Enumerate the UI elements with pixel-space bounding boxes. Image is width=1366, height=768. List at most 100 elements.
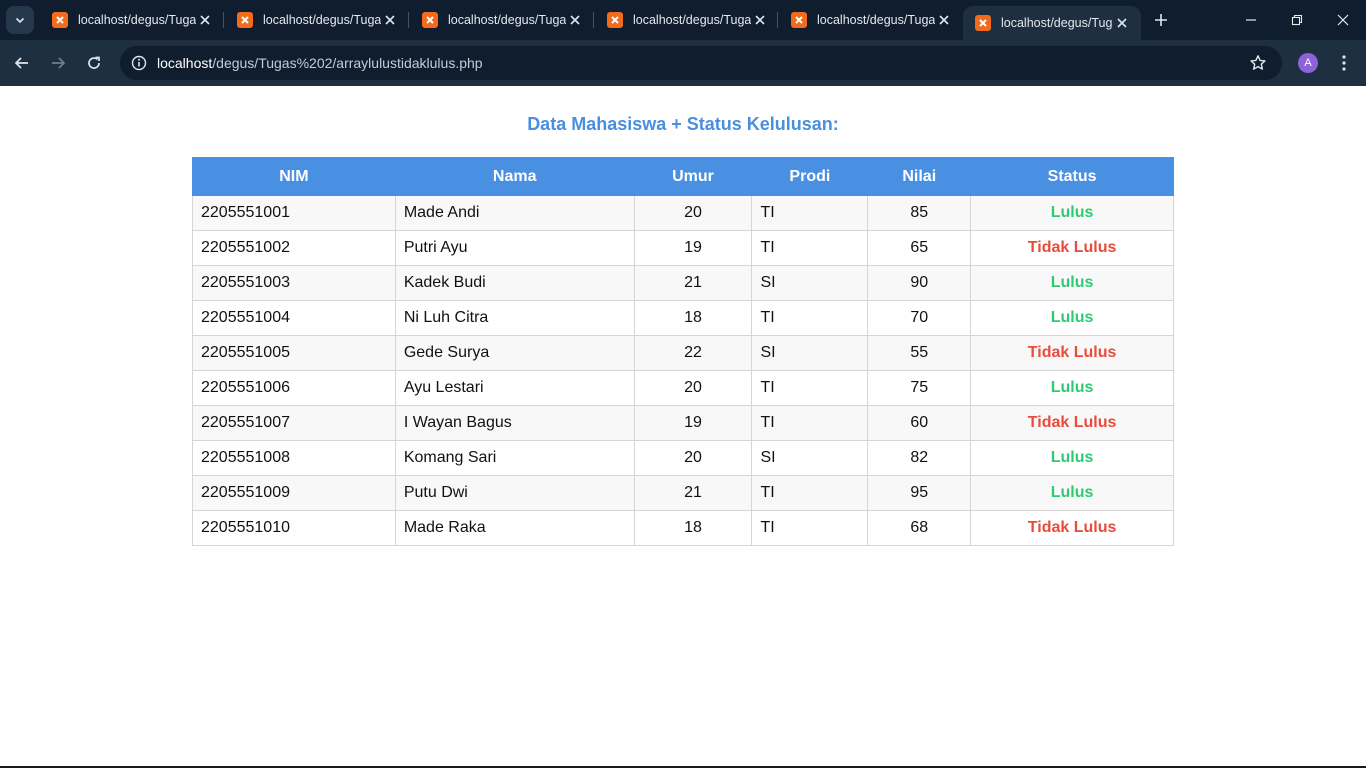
tab-title: localhost/degus/Tugas%202/ [263,13,381,27]
reload-button[interactable] [79,48,109,78]
back-button[interactable] [7,48,37,78]
new-tab-button[interactable] [1148,7,1174,33]
prodi-cell: SI [751,265,869,301]
xampp-icon [52,12,68,28]
table-row: 2205551002 Putri Ayu 19 TI 65 Tidak Lulu… [192,230,1174,266]
nim-cell: 2205551007 [192,405,396,441]
prodi-cell: TI [751,405,869,441]
umur-cell: 18 [633,510,753,546]
url-text: localhost/degus/Tugas%202/arraylulustida… [157,55,483,71]
nim-cell: 2205551005 [192,335,396,371]
nama-cell: Kadek Budi [394,265,635,301]
nama-cell: Ni Luh Citra [394,300,635,336]
close-window-button[interactable] [1320,0,1366,40]
browser-tab[interactable]: localhost/degus/Tugas%202/ [40,0,224,40]
column-header-umur: Umur [633,157,753,196]
status-cell: Tidak Lulus [970,230,1174,266]
arrow-right-icon [52,57,66,69]
nilai-cell: 82 [867,440,972,476]
nilai-cell: 70 [867,300,972,336]
tab-title: localhost/degus/Tugas%202/ [1001,16,1113,30]
prodi-cell: SI [751,440,869,476]
browser-tab[interactable]: localhost/degus/Tugas%202/ [595,0,779,40]
nim-cell: 2205551002 [192,230,396,266]
umur-cell: 19 [633,230,753,266]
tab-search-button[interactable] [6,6,34,34]
prodi-cell: TI [751,195,869,231]
nilai-cell: 85 [867,195,972,231]
browser-tab[interactable]: localhost/degus/Tugas%202/ [779,0,963,40]
nilai-cell: 68 [867,510,972,546]
url-host: localhost [157,55,213,71]
nilai-cell: 95 [867,475,972,511]
xampp-icon [975,15,991,31]
tab-separator [223,12,224,28]
column-header-nim: NIM [192,157,396,196]
umur-cell: 18 [633,300,753,336]
arrow-left-icon [14,57,28,69]
nama-cell: Made Raka [394,510,635,546]
student-table: NIM Nama Umur Prodi Nilai Status 2205551… [192,157,1174,546]
xampp-icon [791,12,807,28]
info-icon[interactable] [128,52,150,74]
tab-title: localhost/degus/Tugas%202/ [817,13,935,27]
chevron-down-icon [15,17,25,24]
table-header-row: NIM Nama Umur Prodi Nilai Status [192,157,1174,196]
column-header-nama: Nama [394,157,635,196]
nim-cell: 2205551003 [192,265,396,301]
status-cell: Lulus [970,440,1174,476]
umur-cell: 19 [633,405,753,441]
xampp-icon [422,12,438,28]
browser-tab-active[interactable]: localhost/degus/Tugas%202/ [963,6,1141,40]
close-icon[interactable] [935,11,953,29]
close-icon[interactable] [196,11,214,29]
nilai-cell: 75 [867,370,972,406]
nama-cell: Gede Surya [394,335,635,371]
address-bar[interactable]: localhost/degus/Tugas%202/arraylulustida… [120,46,1282,80]
column-header-status: Status [970,157,1174,196]
table-row: 2205551005 Gede Surya 22 SI 55 Tidak Lul… [192,335,1174,371]
nama-cell: Putri Ayu [394,230,635,266]
close-icon[interactable] [566,11,584,29]
tab-separator [408,12,409,28]
column-header-prodi: Prodi [751,157,869,196]
status-cell: Lulus [970,370,1174,406]
page-title: Data Mahasiswa + Status Kelulusan: [527,114,839,134]
status-cell: Lulus [970,300,1174,336]
nama-cell: Putu Dwi [394,475,635,511]
tab-strip: localhost/degus/Tugas%202/ localhost/deg… [0,0,1366,40]
minimize-button[interactable] [1228,0,1274,40]
nilai-cell: 65 [867,230,972,266]
reload-icon [88,56,100,69]
status-cell: Lulus [970,195,1174,231]
nama-cell: Komang Sari [394,440,635,476]
browser-tab[interactable]: localhost/degus/Tugas%202/ [410,0,594,40]
status-cell: Lulus [970,475,1174,511]
browser-toolbar: localhost/degus/Tugas%202/arraylulustida… [0,40,1366,86]
nama-cell: Made Andi [394,195,635,231]
table-row: 2205551007 I Wayan Bagus 19 TI 60 Tidak … [192,405,1174,441]
tab-title: localhost/degus/Tugas%202/ [633,13,751,27]
close-icon[interactable] [1113,14,1131,32]
nilai-cell: 60 [867,405,972,441]
xampp-icon [607,12,623,28]
umur-cell: 20 [633,195,753,231]
close-icon[interactable] [381,11,399,29]
prodi-cell: SI [751,335,869,371]
table-row: 2205551004 Ni Luh Citra 18 TI 70 Lulus [192,300,1174,336]
profile-avatar[interactable]: A [1298,53,1318,73]
close-icon[interactable] [751,11,769,29]
kebab-menu-icon[interactable] [1332,50,1356,76]
browser-tab[interactable]: localhost/degus/Tugas%202/ [225,0,409,40]
prodi-cell: TI [751,510,869,546]
tab-separator [593,12,594,28]
table-row: 2205551003 Kadek Budi 21 SI 90 Lulus [192,265,1174,301]
nilai-cell: 90 [867,265,972,301]
umur-cell: 21 [633,475,753,511]
table-row: 2205551001 Made Andi 20 TI 85 Lulus [192,195,1174,231]
star-icon[interactable] [1248,53,1268,73]
plus-icon [1155,14,1167,26]
forward-button[interactable] [43,48,73,78]
nim-cell: 2205551001 [192,195,396,231]
restore-button[interactable] [1274,0,1320,40]
